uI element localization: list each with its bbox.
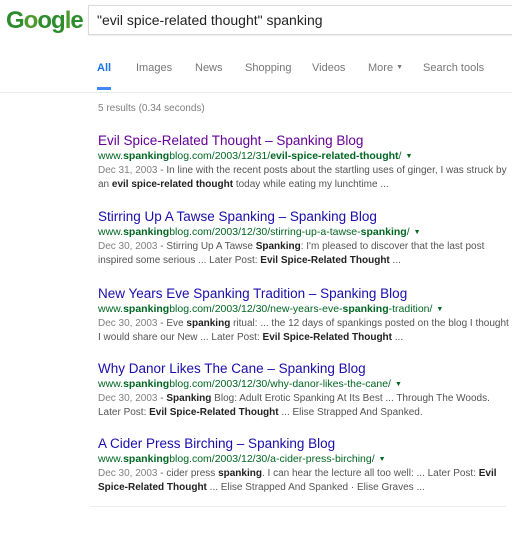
url-part: blog.com/2003/12/30/new-years-eve-: [169, 303, 343, 315]
google-logo[interactable]: G o o g l e: [6, 7, 84, 34]
snippet-text: - Stirring Up A Tawse: [157, 241, 256, 252]
snippet-highlight: spanking: [186, 318, 231, 329]
search-box: [88, 5, 512, 35]
url-highlight: spanking: [123, 378, 170, 390]
url-part: /: [406, 226, 410, 238]
result-title-link[interactable]: A Cider Press Birching – Spanking Blog: [98, 435, 510, 452]
result-date: Dec 30, 2003: [98, 318, 158, 329]
url-part: blog.com/2003/12/31/: [169, 150, 271, 162]
result-title-link[interactable]: Stirring Up A Tawse Spanking – Spanking …: [98, 208, 510, 225]
snippet-highlight: Spanking: [255, 241, 301, 252]
result-title-link[interactable]: Evil Spice-Related Thought – Spanking Bl…: [98, 132, 510, 149]
url-part: blog.com/2003/12/30/a-cider-press-birchi…: [169, 453, 375, 465]
snippet-highlight: evil spice-related thought: [111, 179, 234, 190]
result-snippet: Dec 31, 2003 - In line with the recent p…: [98, 164, 510, 192]
result-url[interactable]: www.spankingblog.com/2003/12/30/a-cider-…: [98, 452, 510, 467]
url-part: www.: [98, 453, 124, 465]
url-highlight: spanking: [123, 150, 170, 162]
snippet-text: ... Elise Strapped And Spanked · Elise G…: [206, 482, 425, 493]
logo-letter: e: [70, 7, 83, 34]
snippet-text: ... Elise Strapped And Spanked.: [278, 407, 423, 418]
snippet-highlight: spanking: [218, 468, 262, 479]
url-highlight: spanking: [123, 226, 170, 238]
logo-letter: o: [37, 7, 52, 34]
snippet-highlight: Evil Spice-Related Thought: [149, 407, 279, 418]
result-snippet: Dec 30, 2003 - Eve spanking ritual: ... …: [98, 317, 510, 345]
result-url[interactable]: www.spankingblog.com/2003/12/30/stirring…: [98, 225, 510, 240]
snippet-highlight: Spanking: [166, 393, 212, 404]
snippet-text: ...: [389, 255, 401, 266]
snippet-text: today while eating my lunchtime ...: [233, 179, 389, 190]
snippet-highlight: Evil Spice-Related Thought: [262, 332, 392, 343]
result-date: Dec 30, 2003: [98, 241, 158, 252]
caret-down-icon: ▼: [396, 64, 403, 71]
search-result: New Years Eve Spanking Tradition – Spank…: [98, 285, 510, 345]
search-result: Evil Spice-Related Thought – Spanking Bl…: [98, 132, 510, 192]
url-dropdown-icon[interactable]: ▼: [379, 456, 386, 463]
url-highlight: evil-spice-related-thought: [270, 150, 399, 162]
url-part: /: [398, 150, 402, 162]
url-dropdown-icon[interactable]: ▼: [405, 153, 412, 160]
tab-search-tools[interactable]: Search tools: [423, 52, 484, 90]
search-result: Why Danor Likes The Cane – Spanking Blog…: [98, 360, 510, 420]
snippet-highlight: Evil Spice-Related Thought: [260, 255, 390, 266]
snippet-text: ...: [392, 332, 404, 343]
snippet-text: . I can hear the lecture all too well: .…: [261, 468, 479, 479]
result-stats: 5 results (0.34 seconds): [98, 103, 205, 114]
result-url[interactable]: www.spankingblog.com/2003/12/31/evil-spi…: [98, 149, 510, 164]
logo-letter: o: [23, 7, 39, 34]
tab-all[interactable]: All: [97, 52, 112, 90]
result-snippet: Dec 30, 2003 - Spanking Blog: Adult Erot…: [98, 392, 510, 420]
url-part: www.: [98, 226, 124, 238]
logo-letter: G: [6, 7, 25, 34]
url-part: www.: [98, 150, 124, 162]
url-part: blog.com/2003/12/30/why-danor-likes-the-…: [169, 378, 391, 390]
tab-bar: All Images News Shopping Videos More ▼ Se…: [0, 52, 512, 93]
url-dropdown-icon[interactable]: ▼: [414, 229, 421, 236]
tab-more-label: More: [368, 62, 394, 74]
result-snippet: Dec 30, 2003 - Stirring Up A Tawse Spank…: [98, 240, 510, 268]
result-title-link[interactable]: New Years Eve Spanking Tradition – Spank…: [98, 285, 510, 302]
result-snippet: Dec 30, 2003 - cider press spanking. I c…: [98, 467, 510, 495]
url-dropdown-icon[interactable]: ▼: [436, 306, 443, 313]
url-highlight: spanking: [342, 303, 389, 315]
tab-images[interactable]: Images: [136, 52, 172, 90]
tab-news[interactable]: News: [195, 52, 223, 90]
result-date: Dec 30, 2003: [98, 393, 158, 404]
result-date: Dec 31, 2003: [98, 165, 158, 176]
url-highlight: spanking: [123, 303, 170, 315]
url-part: www.: [98, 303, 124, 315]
url-part: www.: [98, 378, 124, 390]
url-part: blog.com/2003/12/30/stirring-up-a-tawse-: [169, 226, 361, 238]
logo-letter: g: [51, 7, 66, 34]
search-input[interactable]: [89, 6, 512, 34]
tab-videos[interactable]: Videos: [312, 52, 345, 90]
url-dropdown-icon[interactable]: ▼: [395, 381, 402, 388]
result-url[interactable]: www.spankingblog.com/2003/12/30/why-dano…: [98, 377, 510, 392]
snippet-text: - cider press: [157, 468, 219, 479]
url-part: -tradition/: [388, 303, 433, 315]
results-divider: [90, 506, 506, 507]
header: G o o g l e: [0, 0, 512, 42]
url-highlight: spanking: [123, 453, 170, 465]
result-url[interactable]: www.spankingblog.com/2003/12/30/new-year…: [98, 302, 510, 317]
result-title-link[interactable]: Why Danor Likes The Cane – Spanking Blog: [98, 360, 510, 377]
snippet-text: - Eve: [157, 318, 187, 329]
search-result: A Cider Press Birching – Spanking Blog w…: [98, 435, 510, 495]
tab-more[interactable]: More ▼: [368, 52, 403, 90]
tab-shopping[interactable]: Shopping: [245, 52, 292, 90]
url-highlight: spanking: [360, 226, 407, 238]
search-result: Stirring Up A Tawse Spanking – Spanking …: [98, 208, 510, 268]
result-date: Dec 30, 2003: [98, 468, 158, 479]
